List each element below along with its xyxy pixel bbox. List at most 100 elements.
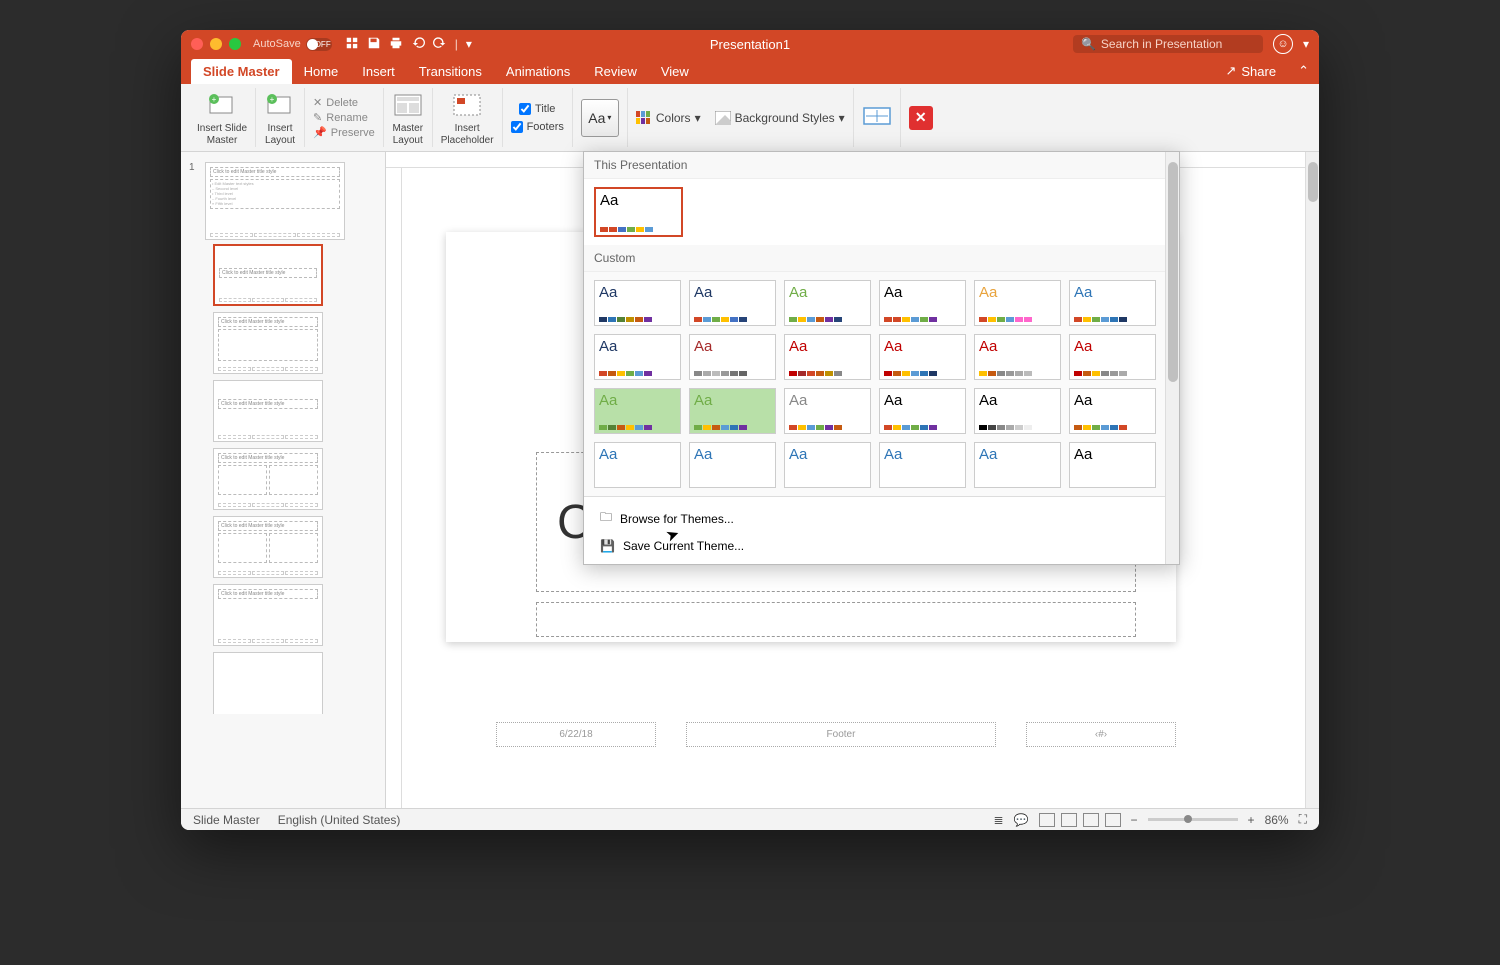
thumb-footer (218, 503, 318, 507)
theme-swatch (884, 371, 937, 376)
app-window: AutoSave OFF | ▾ Presentation1 🔍 Search … (181, 30, 1319, 830)
zoom-slider[interactable] (1148, 818, 1238, 821)
tab-view[interactable]: View (649, 59, 701, 84)
close-master-button[interactable]: ✕ (909, 106, 933, 130)
themes-dropdown-button[interactable]: Aa▾ (581, 99, 619, 137)
theme-custom-4[interactable]: Aa (974, 280, 1061, 326)
tab-slide-master[interactable]: Slide Master (191, 59, 292, 84)
tab-insert[interactable]: Insert (350, 59, 407, 84)
layout-thumbnail-1[interactable]: Click to edit Master title style (213, 244, 323, 306)
sorter-view-button[interactable] (1061, 813, 1077, 827)
layout-thumbnail-7[interactable] (213, 652, 323, 714)
autosave-toggle[interactable]: AutoSave OFF (253, 38, 331, 51)
reading-view-button[interactable] (1083, 813, 1099, 827)
redo-icon[interactable] (433, 36, 447, 53)
home-icon[interactable] (345, 36, 359, 53)
print-icon[interactable] (389, 36, 403, 53)
insert-layout-button[interactable]: + Insert Layout (256, 88, 305, 147)
slide-size-group (854, 88, 901, 147)
tab-home[interactable]: Home (292, 59, 351, 84)
notes-button[interactable]: ≣ (994, 813, 1004, 827)
vertical-scrollbar[interactable] (1305, 152, 1319, 808)
theme-swatch (789, 425, 842, 430)
theme-custom-11[interactable]: Aa (1069, 334, 1156, 380)
theme-custom-7[interactable]: Aa (689, 334, 776, 380)
search-input[interactable]: 🔍 Search in Presentation (1073, 35, 1263, 53)
close-window-button[interactable] (191, 38, 203, 50)
theme-custom-12[interactable]: Aa (594, 388, 681, 434)
title-checkbox-input[interactable] (519, 103, 531, 115)
theme-custom-9[interactable]: Aa (879, 334, 966, 380)
colors-button[interactable]: Colors ▾ (636, 111, 701, 125)
qat-more-icon[interactable]: ▾ (466, 37, 472, 51)
slide-size-button[interactable] (862, 104, 892, 131)
theme-custom-18[interactable]: Aa (594, 442, 681, 488)
svg-text:+: + (212, 95, 217, 104)
save-icon[interactable] (367, 36, 381, 53)
title-checkbox[interactable]: Title (519, 103, 555, 115)
share-button[interactable]: ↗ Share (1213, 58, 1288, 84)
layout-thumbnail-3[interactable]: Click to edit Master title style (213, 380, 323, 442)
insert-slide-master-button[interactable]: + Insert Slide Master (189, 88, 256, 147)
footers-checkbox[interactable]: Footers (511, 121, 564, 133)
theme-custom-6[interactable]: Aa (594, 334, 681, 380)
slide-number-placeholder[interactable]: ‹#› (1026, 722, 1176, 747)
collapse-ribbon-icon[interactable]: ⌃ (1288, 58, 1319, 84)
comments-button[interactable]: 💬 (1014, 813, 1029, 827)
theme-custom-1[interactable]: Aa (689, 280, 776, 326)
colors-icon (636, 111, 652, 125)
theme-custom-22[interactable]: Aa (974, 442, 1061, 488)
theme-custom-5[interactable]: Aa (1069, 280, 1156, 326)
minimize-window-button[interactable] (210, 38, 222, 50)
theme-custom-16[interactable]: Aa (974, 388, 1061, 434)
theme-custom-2[interactable]: Aa (784, 280, 871, 326)
theme-custom-20[interactable]: Aa (784, 442, 871, 488)
themes-scrollbar[interactable] (1165, 152, 1179, 564)
layout-thumbnail-4[interactable]: Click to edit Master title style (213, 448, 323, 510)
date-placeholder[interactable]: 6/22/18 (496, 722, 656, 747)
zoom-window-button[interactable] (229, 38, 241, 50)
theme-custom-23[interactable]: Aa (1069, 442, 1156, 488)
layout-thumbnail-2[interactable]: Click to edit Master title style (213, 312, 323, 374)
theme-custom-10[interactable]: Aa (974, 334, 1061, 380)
subtitle-placeholder[interactable] (536, 602, 1136, 637)
theme-custom-21[interactable]: Aa (879, 442, 966, 488)
normal-view-button[interactable] (1039, 813, 1055, 827)
theme-custom-8[interactable]: Aa (784, 334, 871, 380)
rename-button[interactable]: ✎Rename (313, 111, 375, 124)
zoom-in-button[interactable]: + (1248, 813, 1255, 827)
theme-custom-13[interactable]: Aa (689, 388, 776, 434)
scrollbar-handle[interactable] (1308, 162, 1318, 202)
theme-current[interactable]: Aa (594, 187, 683, 237)
tab-transitions[interactable]: Transitions (407, 59, 494, 84)
theme-custom-14[interactable]: Aa (784, 388, 871, 434)
background-styles-button[interactable]: Background Styles ▾ (715, 111, 845, 125)
feedback-icon[interactable]: ☺ (1273, 34, 1293, 54)
account-dropdown-icon[interactable]: ▾ (1303, 37, 1309, 51)
zoom-out-button[interactable]: − (1131, 813, 1138, 827)
theme-swatch (694, 317, 747, 322)
theme-custom-3[interactable]: Aa (879, 280, 966, 326)
status-language[interactable]: English (United States) (278, 813, 401, 827)
footers-checkbox-input[interactable] (511, 121, 523, 133)
theme-custom-17[interactable]: Aa (1069, 388, 1156, 434)
scrollbar-handle[interactable] (1168, 162, 1178, 382)
master-thumbnail[interactable]: Click to edit Master title style • Edit … (205, 162, 345, 240)
delete-button[interactable]: ✕Delete (313, 96, 375, 109)
tab-review[interactable]: Review (582, 59, 649, 84)
footer-placeholder[interactable]: Footer (686, 722, 996, 747)
layout-thumbnail-6[interactable]: Click to edit Master title style (213, 584, 323, 646)
theme-preview-text: Aa (884, 338, 961, 355)
fit-to-window-button[interactable]: ⛶ (1299, 812, 1307, 827)
slideshow-view-button[interactable] (1105, 813, 1121, 827)
tab-animations[interactable]: Animations (494, 59, 582, 84)
undo-icon[interactable] (411, 36, 425, 53)
theme-custom-0[interactable]: Aa (594, 280, 681, 326)
insert-placeholder-button[interactable]: Insert Placeholder (433, 88, 503, 147)
theme-custom-19[interactable]: Aa (689, 442, 776, 488)
theme-custom-15[interactable]: Aa (879, 388, 966, 434)
zoom-level[interactable]: 86% (1265, 813, 1289, 827)
master-layout-button[interactable]: Master Layout (384, 88, 433, 147)
layout-thumbnail-5[interactable]: Click to edit Master title style (213, 516, 323, 578)
preserve-button[interactable]: 📌Preserve (313, 126, 375, 139)
